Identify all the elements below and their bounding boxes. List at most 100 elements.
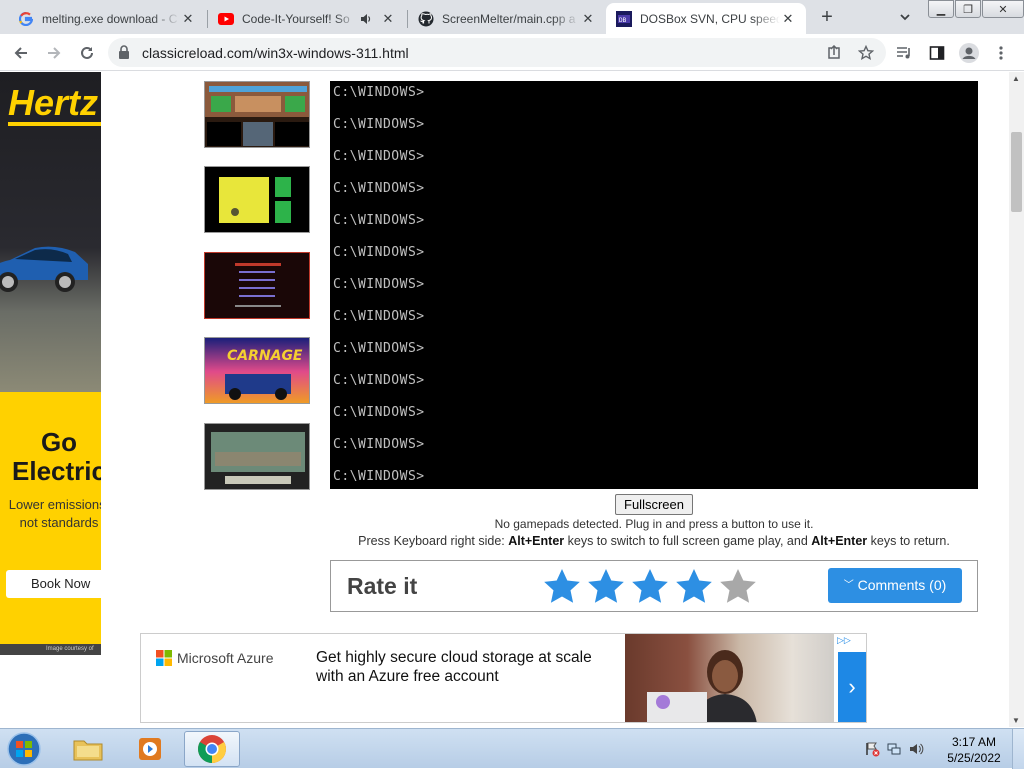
book-now-button[interactable]: Book Now	[6, 570, 101, 598]
chrome-taskbar-button[interactable]	[184, 731, 240, 767]
clock-time: 3:17 AM	[951, 735, 997, 749]
kb-key: Alt+Enter	[811, 534, 868, 548]
comments-button[interactable]: ﹀ Comments (0)	[828, 568, 962, 603]
ad-credit: Image courtesy of	[0, 644, 101, 655]
game-thumbnail[interactable]: CARNAGE	[204, 337, 310, 404]
media-player-button[interactable]	[122, 731, 178, 767]
github-icon	[418, 11, 434, 27]
address-bar[interactable]: classicreload.com/win3x-windows-311.html	[108, 38, 886, 67]
dos-prompt-line: C:\WINDOWS>	[333, 213, 425, 228]
ad-image: Hertz	[0, 72, 101, 392]
tab-code-it-yourself[interactable]: Code-It-Yourself! So ✕	[208, 3, 406, 34]
system-clock[interactable]: 3:17 AM 5/25/2022	[940, 734, 1008, 766]
dos-prompt-line: C:\WINDOWS>	[333, 85, 425, 100]
tab-label: ScreenMelter/main.cpp a	[442, 11, 576, 26]
url-text: classicreload.com/win3x-windows-311.html	[142, 45, 409, 61]
star-icon[interactable]	[718, 567, 758, 607]
ad-photo	[625, 634, 834, 722]
menu-kebab-icon[interactable]	[990, 42, 1012, 64]
reload-button[interactable]	[76, 42, 98, 64]
kb-prefix: Press Keyboard right side:	[358, 534, 509, 548]
file-explorer-button[interactable]	[60, 731, 116, 767]
dos-prompt-line: C:\WINDOWS>	[333, 341, 425, 356]
game-thumbnail[interactable]	[204, 81, 310, 148]
media-controls-icon[interactable]	[894, 42, 916, 64]
close-icon[interactable]: ✕	[580, 11, 596, 27]
dosbox-icon: DB	[616, 10, 632, 27]
volume-icon[interactable]	[908, 741, 924, 762]
tab-label: Code-It-Yourself! So	[242, 11, 350, 26]
bookmark-star-icon[interactable]	[855, 42, 877, 64]
kb-suffix: keys to return.	[867, 534, 950, 548]
game-thumbnail[interactable]	[204, 423, 310, 490]
car-image	[0, 246, 88, 292]
speaker-icon[interactable]	[358, 11, 374, 27]
ad-headline: Get highly secure cloud storage at scale…	[316, 649, 592, 685]
minimize-button[interactable]: ▁	[928, 0, 954, 18]
close-window-button[interactable]: ✕	[982, 0, 1024, 18]
star-icon[interactable]	[674, 567, 714, 607]
scroll-up-icon[interactable]: ▲	[1012, 74, 1020, 83]
media-player-icon	[139, 738, 161, 760]
restore-button[interactable]: ❐	[955, 0, 981, 18]
fullscreen-button[interactable]: Fullscreen	[615, 494, 693, 515]
folder-icon	[73, 740, 103, 761]
dos-prompt-line: C:\WINDOWS>	[333, 309, 425, 324]
chevron-down-icon[interactable]	[896, 8, 914, 26]
tab-melting-download[interactable]: melting.exe download - C ✕	[8, 3, 206, 34]
dos-prompt-line: C:\WINDOWS>	[333, 245, 425, 260]
google-icon	[18, 11, 34, 27]
show-desktop-button[interactable]	[1012, 729, 1024, 769]
comments-label: Comments (0)	[857, 577, 947, 593]
page-scrollbar[interactable]: ▲ ▼	[1009, 72, 1024, 727]
adchoices-icon[interactable]: ▷▷	[837, 635, 851, 646]
ad-headline: Go Electric	[12, 427, 101, 486]
kb-key: Alt+Enter	[508, 534, 565, 548]
profile-avatar[interactable]	[958, 42, 980, 64]
star-icon[interactable]	[630, 567, 670, 607]
arrow-left-icon	[14, 47, 27, 59]
windows-logo-icon	[7, 732, 41, 766]
person-icon	[959, 43, 979, 63]
close-icon[interactable]: ✕	[380, 11, 396, 27]
tab-screenmelter-github[interactable]: ScreenMelter/main.cpp a ✕	[408, 3, 606, 34]
forward-button[interactable]	[43, 42, 65, 64]
close-icon[interactable]: ✕	[180, 11, 196, 27]
share-icon[interactable]	[823, 42, 845, 64]
star-icon[interactable]	[542, 567, 582, 607]
bottom-ad[interactable]: Microsoft Azure Get highly secure cloud …	[140, 633, 867, 723]
svg-text:DB: DB	[619, 17, 627, 24]
chevron-right-icon[interactable]: ›	[838, 652, 866, 722]
tab-dosbox-svn[interactable]: DB DOSBox SVN, CPU speed ✕	[606, 3, 806, 34]
dos-prompt-line: C:\WINDOWS>	[333, 437, 425, 452]
star-icon[interactable]	[586, 567, 626, 607]
close-icon[interactable]: ✕	[780, 11, 796, 27]
restore-icon: ❐	[963, 3, 973, 16]
side-ad[interactable]: Hertz Go Electric Lower emissions, not s…	[0, 72, 101, 655]
windows-taskbar: 3:17 AM 5/25/2022	[0, 728, 1024, 769]
back-button[interactable]	[10, 42, 32, 64]
new-tab-button[interactable]: +	[814, 6, 840, 28]
emulator-screen[interactable]: C:\WINDOWS> C:\WINDOWS> C:\WINDOWS> C:\W…	[330, 81, 978, 489]
rate-label: Rate it	[347, 573, 418, 599]
dos-prompt-line: C:\WINDOWS>	[333, 405, 425, 420]
action-center-flag-icon[interactable]	[864, 741, 880, 762]
ad-subtext: Lower emissions, not standards	[8, 497, 101, 530]
side-panel-icon[interactable]	[926, 42, 948, 64]
network-icon[interactable]	[886, 741, 902, 762]
dos-prompt-line: C:\WINDOWS>	[333, 277, 425, 292]
reload-icon	[81, 46, 93, 59]
close-icon: ✕	[998, 3, 1008, 16]
dos-prompt-line: C:\WINDOWS>	[333, 117, 425, 132]
scroll-thumb[interactable]	[1011, 132, 1022, 212]
ad-brand-logo: Hertz	[8, 82, 99, 123]
dos-prompt-line: C:\WINDOWS>	[333, 469, 425, 484]
page-viewport: Hertz Go Electric Lower emissions, not s…	[0, 72, 1009, 727]
lock-icon[interactable]	[118, 45, 130, 64]
ad-copy: Go Electric Lower emissions, not standar…	[0, 392, 101, 655]
game-thumbnail[interactable]	[204, 166, 310, 233]
scroll-down-icon[interactable]: ▼	[1012, 716, 1020, 725]
game-thumbnail[interactable]	[204, 252, 310, 319]
rating-panel: Rate it ﹀ Comments (0)	[330, 560, 978, 612]
start-button[interactable]	[4, 731, 44, 767]
